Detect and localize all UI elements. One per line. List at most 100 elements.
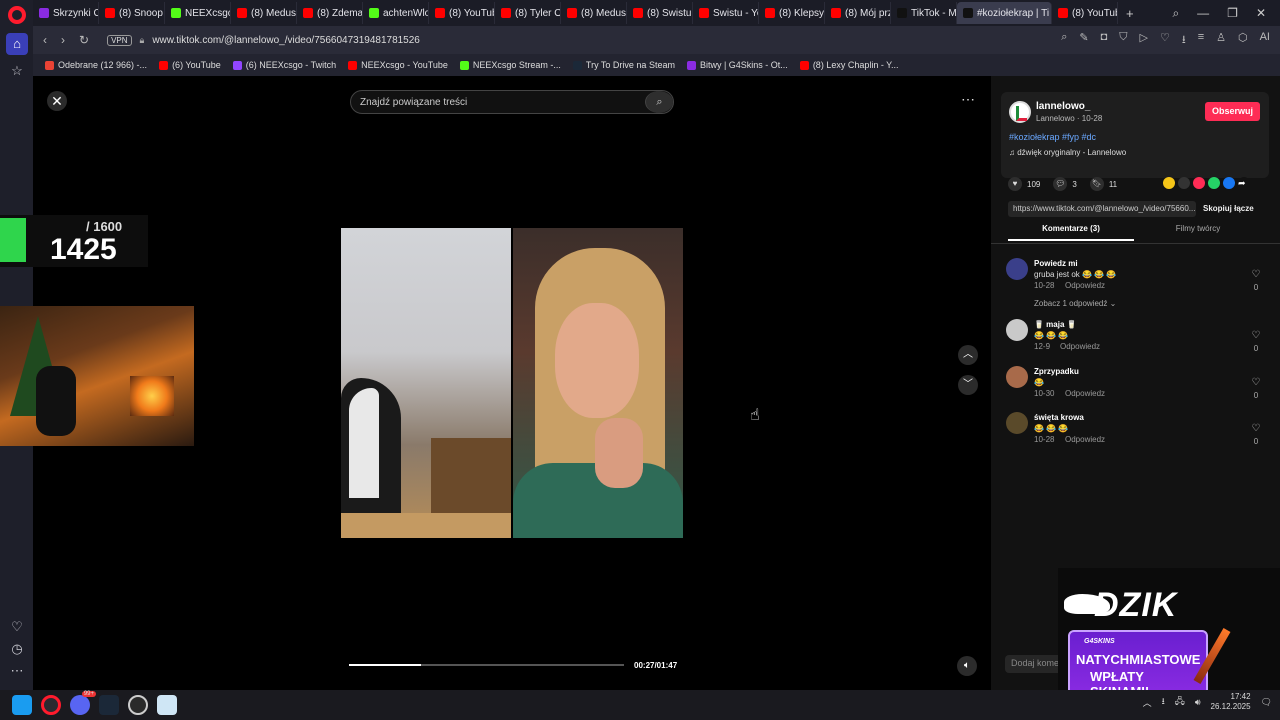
download-tray-icon[interactable]: ⭳ (1162, 694, 1165, 710)
maximize-icon[interactable]: ❐ (1227, 6, 1238, 20)
back-icon[interactable]: ‹ (43, 33, 47, 47)
forward-icon[interactable]: › (61, 33, 65, 47)
browser-tab[interactable]: (8) YouTube (429, 2, 495, 24)
comment-icon[interactable]: 💬︎ (1053, 177, 1068, 191)
bookmark-item[interactable]: (8) Lexy Chaplin - Y... (799, 60, 899, 70)
browser-tab[interactable]: (8) YouTube (1052, 2, 1118, 24)
home-icon[interactable]: ⌂ (6, 33, 28, 55)
browser-tab[interactable]: (8) Snoop D (99, 2, 165, 24)
profile-icon[interactable]: ♙ (1216, 31, 1226, 50)
like-icon[interactable]: ♥ (1008, 177, 1022, 191)
follow-button[interactable]: Obserwuj (1205, 102, 1260, 121)
heart-icon[interactable]: ♡ (8, 618, 26, 636)
browser-tab[interactable]: (8) Medusa (561, 2, 627, 24)
edit-icon[interactable]: ✎ (1079, 31, 1088, 50)
chevron-up-icon[interactable]: ︿ (958, 345, 978, 365)
browser-tab[interactable]: (8) Tyler Oli (495, 2, 561, 24)
comment-avatar[interactable] (1006, 258, 1028, 280)
bookmark-item[interactable]: Try To Drive na Steam (572, 60, 675, 70)
bookmark-item[interactable]: NEEXcsgo - YouTube (348, 60, 448, 70)
search-tabs-icon[interactable]: ⌕ (1172, 6, 1179, 21)
ai-button[interactable]: AI (1260, 31, 1270, 50)
windows-start-icon[interactable] (12, 695, 32, 715)
obs-icon[interactable] (128, 695, 148, 715)
close-window-icon[interactable]: ✕ (1256, 6, 1266, 20)
lock-icon[interactable]: 🔒︎ (140, 35, 145, 46)
app-window-icon[interactable] (157, 695, 177, 715)
author-avatar[interactable] (1009, 101, 1031, 123)
lens-icon[interactable]: ⌕ (1061, 31, 1067, 50)
more-icon[interactable]: ⋯ (8, 662, 26, 680)
browser-tab[interactable]: TikTok - Ma (891, 2, 957, 24)
tab-comments[interactable]: Komentarze (3) (1008, 224, 1134, 241)
comment-like-icon[interactable]: ♡ (1250, 423, 1262, 434)
more-options-icon[interactable]: ⋯ (958, 91, 978, 111)
extension-icon[interactable]: ⬡ (1238, 31, 1248, 50)
opera-logo-icon[interactable] (8, 6, 26, 24)
minimize-icon[interactable]: — (1197, 6, 1209, 20)
comment-avatar[interactable] (1006, 412, 1028, 434)
new-tab-button[interactable]: + (1118, 6, 1142, 21)
add-comment-input[interactable]: Dodaj komentarz... (1005, 655, 1065, 673)
comment-user[interactable]: Zprzypadku (1034, 367, 1079, 376)
network-icon[interactable]: 🖧︎ (1175, 694, 1185, 710)
comment-like-icon[interactable]: ♡ (1250, 269, 1262, 280)
browser-tab[interactable]: (8) Medusa (231, 2, 297, 24)
author-name[interactable]: lannelowo_ (1036, 101, 1090, 112)
comment-avatar[interactable] (1006, 366, 1028, 388)
shield-icon[interactable]: ⛉ (1119, 31, 1127, 50)
clock[interactable]: 17:42 26.12.2025 (1211, 692, 1251, 712)
comment-user[interactable]: święta krowa (1034, 413, 1084, 422)
browser-tab[interactable]: NEEXcsgo St (165, 2, 231, 24)
browser-tab[interactable]: Swistu - You (693, 2, 759, 24)
browser-tab[interactable]: (8) Zdemask (297, 2, 363, 24)
embed-icon[interactable] (1178, 177, 1190, 189)
whatsapp-icon[interactable] (1208, 177, 1220, 189)
reply-button[interactable]: Odpowiedz (1065, 389, 1105, 398)
menu-icon[interactable]: ≡ (1198, 31, 1204, 50)
history-icon[interactable]: ◷ (8, 640, 26, 658)
search-icon[interactable]: ⌕ (645, 91, 673, 113)
bookmark-item[interactable]: (6) NEEXcsgo - Twitch (232, 60, 336, 70)
bookmark-icon[interactable]: 🔖︎ (1089, 177, 1104, 191)
close-icon[interactable]: ✕ (47, 91, 67, 111)
notification-icon[interactable]: 🗨︎ (1261, 697, 1272, 708)
volume-icon[interactable]: 🔈︎ (957, 656, 977, 676)
video-link[interactable]: https://www.tiktok.com/@lannelowo_/video… (1008, 201, 1196, 217)
url-field[interactable]: www.tiktok.com/@lannelowo_/video/7566047… (152, 35, 420, 46)
browser-tab[interactable]: achtenWlod (363, 2, 429, 24)
bookmark-item[interactable]: NEEXcsgo Stream -... (459, 60, 561, 70)
browser-tab[interactable]: #koziołekrap | Ti (957, 2, 1052, 24)
comment-like-icon[interactable]: ♡ (1250, 330, 1262, 341)
reload-icon[interactable]: ↻ (79, 33, 89, 47)
tab-creator-videos[interactable]: Filmy twórcy (1134, 224, 1262, 239)
chevron-down-icon[interactable]: ﹀ (958, 375, 978, 395)
music-link[interactable]: ♫ dźwięk oryginalny - Lannelowo (1009, 148, 1126, 157)
bookmark-item[interactable]: (6) YouTube (159, 60, 221, 70)
tray-chevron-icon[interactable]: ︿ (1143, 696, 1152, 709)
camera-icon[interactable]: ◘ (1101, 31, 1108, 50)
reply-button[interactable]: Odpowiedz (1065, 435, 1105, 444)
opera-taskbar-icon[interactable] (41, 695, 61, 715)
download-icon[interactable]: ⭳ (1182, 31, 1186, 50)
bookmark-item[interactable]: Odebrane (12 966) -... (45, 60, 147, 70)
reply-button[interactable]: Odpowiedz (1060, 342, 1100, 351)
comment-avatar[interactable] (1006, 319, 1028, 341)
star-icon[interactable]: ☆ (8, 62, 26, 80)
heart-bookmark-icon[interactable]: ♡ (1160, 31, 1170, 50)
comment-like-icon[interactable]: ♡ (1250, 377, 1262, 388)
share-arrow-icon[interactable]: ➦ (1238, 177, 1250, 189)
emoji-share-icon[interactable] (1163, 177, 1175, 189)
discord-icon[interactable]: 99+ (70, 691, 96, 715)
progress-bar[interactable] (349, 664, 624, 666)
comment-user[interactable]: 🥛 maja 🥛 (1034, 320, 1077, 329)
browser-tab[interactable]: (8) Swistu (627, 2, 693, 24)
facebook-icon[interactable] (1223, 177, 1235, 189)
view-replies-button[interactable]: Zobacz 1 odpowiedź ⌄ (1034, 299, 1116, 308)
browser-tab[interactable]: (8) Klepsydr (759, 2, 825, 24)
browser-tab[interactable]: (8) Mój przy (825, 2, 891, 24)
speaker-icon[interactable]: 🔊︎ (1195, 697, 1201, 708)
copy-link-button[interactable]: Skopiuj łącze (1203, 204, 1254, 213)
vpn-badge[interactable]: VPN (107, 34, 132, 46)
browser-tab[interactable]: Skrzynki CS2 (33, 2, 99, 24)
